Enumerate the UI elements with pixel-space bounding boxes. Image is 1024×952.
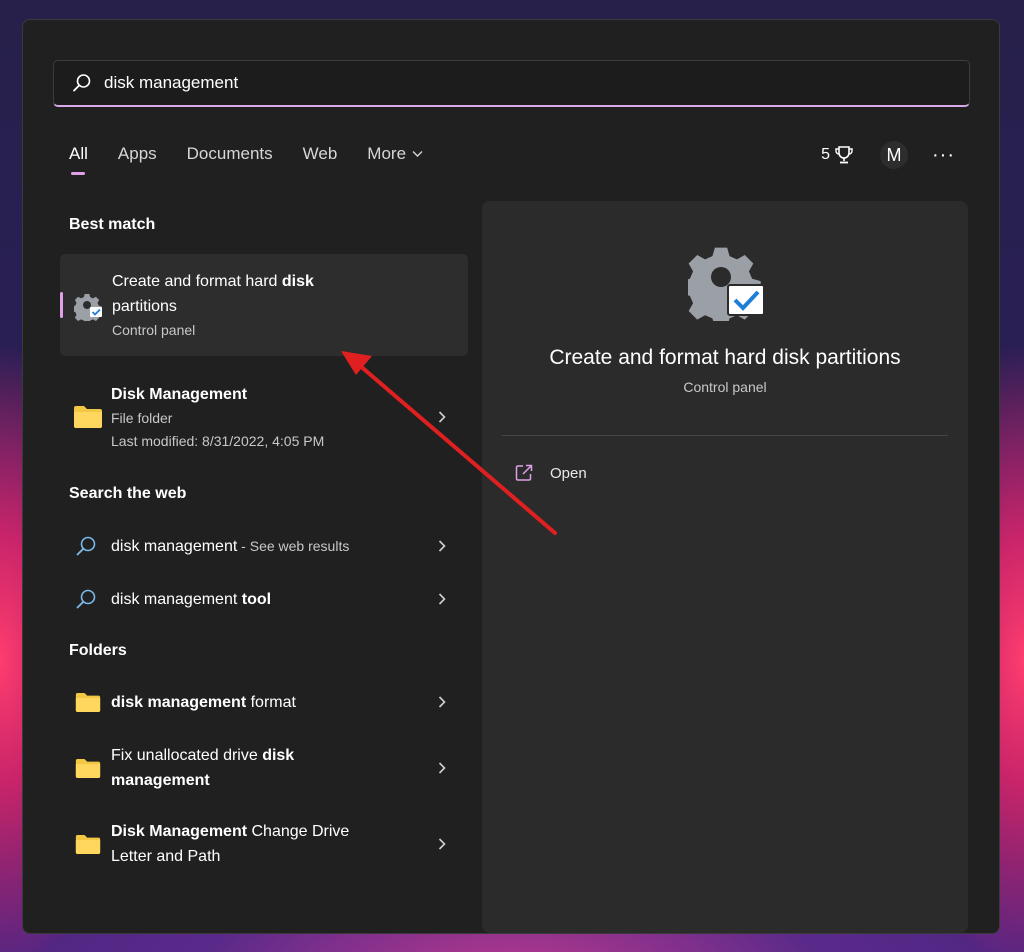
folder-result-line1: Disk Management Change Drive [111, 819, 349, 844]
preview-subtitle: Control panel [683, 379, 767, 395]
folder-icon [74, 406, 102, 428]
web-result-suffix: - See web results [237, 537, 350, 554]
search-icon [76, 536, 96, 556]
settings-icon [688, 247, 765, 321]
tab-more-label: More [367, 144, 407, 163]
trophy-icon [835, 146, 853, 164]
best-match-subtitle: Control panel [112, 321, 196, 338]
disk-management-modified: Last modified: 8/31/2022, 4:05 PM [111, 432, 325, 449]
header-actions: 5 M ··· [821, 141, 955, 169]
chevron-down-icon [412, 151, 423, 157]
web-result-query: disk management [111, 537, 238, 555]
tab-apps[interactable]: Apps [118, 144, 157, 164]
search-window: All Apps Documents Web More 5 M ··· Best… [22, 19, 1000, 934]
web-result[interactable]: disk management tool [60, 579, 468, 619]
tab-more[interactable]: More [367, 144, 423, 164]
folder-result[interactable]: Fix unallocated drive disk management [60, 740, 468, 796]
chevron-right-icon [438, 593, 446, 605]
chevron-right-icon [438, 838, 446, 850]
best-match-title-part: Create and format hard [112, 272, 282, 290]
best-match-title-line2: partitions [112, 297, 177, 315]
folder-result-line2: Letter and Path [111, 848, 221, 865]
tab-all[interactable]: All [69, 144, 88, 175]
more-options-icon[interactable]: ··· [932, 145, 955, 165]
preview-title: Create and format hard disk partitions [549, 346, 901, 369]
tab-documents[interactable]: Documents [187, 144, 273, 164]
section-best-match: Best match [69, 216, 156, 233]
folder-result-normal: Fix unallocated drive [111, 747, 263, 764]
folder-icon [75, 692, 101, 712]
folder-result-bold: disk [262, 747, 295, 764]
best-match-result[interactable]: Create and format hard disk partitions C… [60, 254, 468, 356]
web-result-query-bold: tool [241, 590, 272, 608]
search-box[interactable] [53, 60, 970, 107]
disk-management-title: Disk Management [111, 385, 248, 403]
best-match-title-bold: disk [281, 272, 314, 290]
folder-result-text: disk management format [111, 690, 296, 715]
folder-result[interactable]: disk management format [60, 682, 468, 722]
search-icon [76, 589, 96, 609]
folder-result-line2: management [111, 772, 210, 789]
folder-result-text: Disk Management Change Drive Letter and … [111, 819, 349, 869]
folder-result-normal: Change Drive [247, 823, 350, 840]
folder-icon [75, 758, 101, 778]
folder-result[interactable]: Disk Management Change Drive Letter and … [60, 816, 468, 872]
folder-result-text: Fix unallocated drive disk management [111, 743, 294, 793]
chevron-right-icon [438, 411, 446, 423]
preview-pane: Create and format hard disk partitions C… [482, 201, 968, 933]
disk-management-folder-result[interactable]: Disk Management File folder Last modifie… [60, 372, 468, 462]
web-result[interactable]: disk management - See web results [60, 526, 468, 566]
open-external-icon [515, 464, 533, 481]
disk-management-text: Disk Management File folder Last modifie… [111, 382, 324, 453]
disk-management-type: File folder [111, 409, 173, 426]
search-icon [73, 74, 91, 92]
folder-result-normal: format [246, 693, 296, 711]
settings-icon [74, 293, 102, 321]
web-result-query: disk management [111, 590, 242, 608]
open-action[interactable]: Open [514, 463, 587, 483]
folder-result-bold: Disk Management [111, 823, 248, 840]
best-match-text: Create and format hard disk partitions C… [112, 269, 314, 342]
web-result-text: disk management - See web results [111, 534, 349, 559]
folder-result-bold: disk management [111, 693, 247, 711]
tab-web[interactable]: Web [303, 144, 338, 164]
open-label: Open [550, 464, 587, 482]
web-result-text: disk management tool [111, 587, 271, 612]
rewards-badge[interactable]: 5 [821, 145, 854, 165]
folder-icon [75, 834, 101, 854]
best-match-title: Create and format hard disk [112, 269, 314, 294]
chevron-right-icon [438, 540, 446, 552]
section-search-web: Search the web [69, 485, 187, 502]
folder-result-line1: Fix unallocated drive disk [111, 743, 294, 768]
avatar[interactable]: M [880, 141, 909, 169]
preview-divider [502, 435, 948, 436]
search-input[interactable] [104, 73, 924, 93]
filter-tabs: All Apps Documents Web More [69, 144, 453, 175]
section-folders: Folders [69, 642, 127, 659]
chevron-right-icon [438, 696, 446, 708]
rewards-points: 5 [821, 146, 831, 163]
chevron-right-icon [438, 762, 446, 774]
